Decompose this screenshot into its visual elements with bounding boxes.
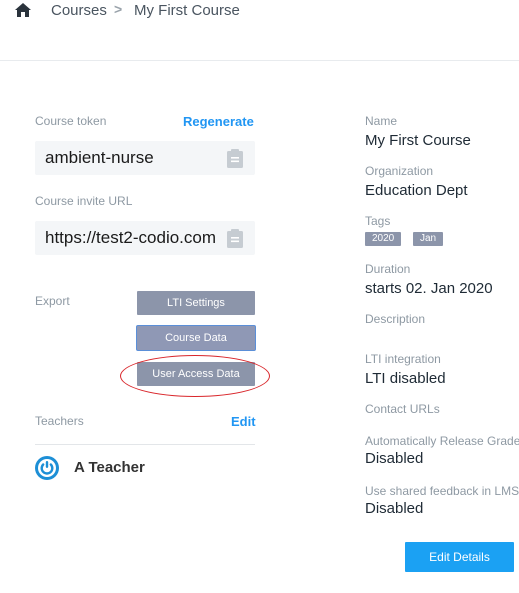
organization-label: Organization: [365, 164, 434, 178]
description-label: Description: [365, 312, 426, 326]
header-divider: [0, 60, 519, 61]
auto-release-value: Disabled: [365, 450, 424, 467]
tag-2020: 2020: [365, 232, 402, 246]
edit-details-button[interactable]: Edit Details: [405, 542, 514, 572]
regenerate-link[interactable]: Regenerate: [183, 114, 254, 129]
invite-url-field: https://test2-codio.com: [35, 221, 255, 255]
course-name-value: My First Course: [365, 132, 471, 149]
invite-url-value: https://test2-codio.com: [45, 228, 217, 247]
teachers-label: Teachers: [35, 414, 84, 428]
auto-release-label: Automatically Release Grades: [365, 434, 519, 448]
duration-value: starts 02. Jan 2020: [365, 280, 493, 297]
lti-settings-button[interactable]: LTI Settings: [137, 291, 255, 315]
home-icon[interactable]: [14, 2, 32, 18]
power-avatar-icon: [35, 456, 59, 480]
edit-teachers-link[interactable]: Edit: [231, 414, 256, 429]
clipboard-icon[interactable]: [227, 229, 243, 248]
tag-jan: Jan: [413, 232, 444, 246]
auto-release-label-wrap: Automatically Release Grades: [365, 432, 519, 450]
teacher-name: A Teacher: [74, 459, 145, 476]
breadcrumb-courses[interactable]: Courses: [51, 2, 107, 19]
organization-value: Education Dept: [365, 182, 468, 199]
lti-integration-label: LTI integration: [365, 352, 441, 366]
breadcrumb-current: My First Course: [134, 2, 240, 19]
export-label: Export: [35, 294, 70, 308]
clipboard-icon[interactable]: [227, 149, 243, 168]
contact-urls-label: Contact URLs: [365, 402, 440, 416]
shared-feedback-label: Use shared feedback in LMS: [365, 484, 519, 498]
invite-url-label: Course invite URL: [35, 194, 133, 208]
course-token-label: Course token: [35, 114, 107, 128]
highlight-ellipse: [120, 355, 270, 397]
course-data-button[interactable]: Course Data: [137, 326, 255, 350]
name-label: Name: [365, 114, 398, 128]
breadcrumb-separator: >: [114, 1, 123, 17]
shared-feedback-value: Disabled: [365, 500, 424, 517]
course-token-field: ambient-nurse: [35, 141, 255, 175]
course-token-value: ambient-nurse: [45, 148, 154, 167]
lti-integration-value: LTI disabled: [365, 370, 446, 387]
teachers-divider: [35, 444, 255, 445]
shared-feedback-label-wrap: Use shared feedback in LMS: [365, 482, 519, 500]
duration-label: Duration: [365, 262, 411, 276]
tags-label: Tags: [365, 214, 391, 228]
